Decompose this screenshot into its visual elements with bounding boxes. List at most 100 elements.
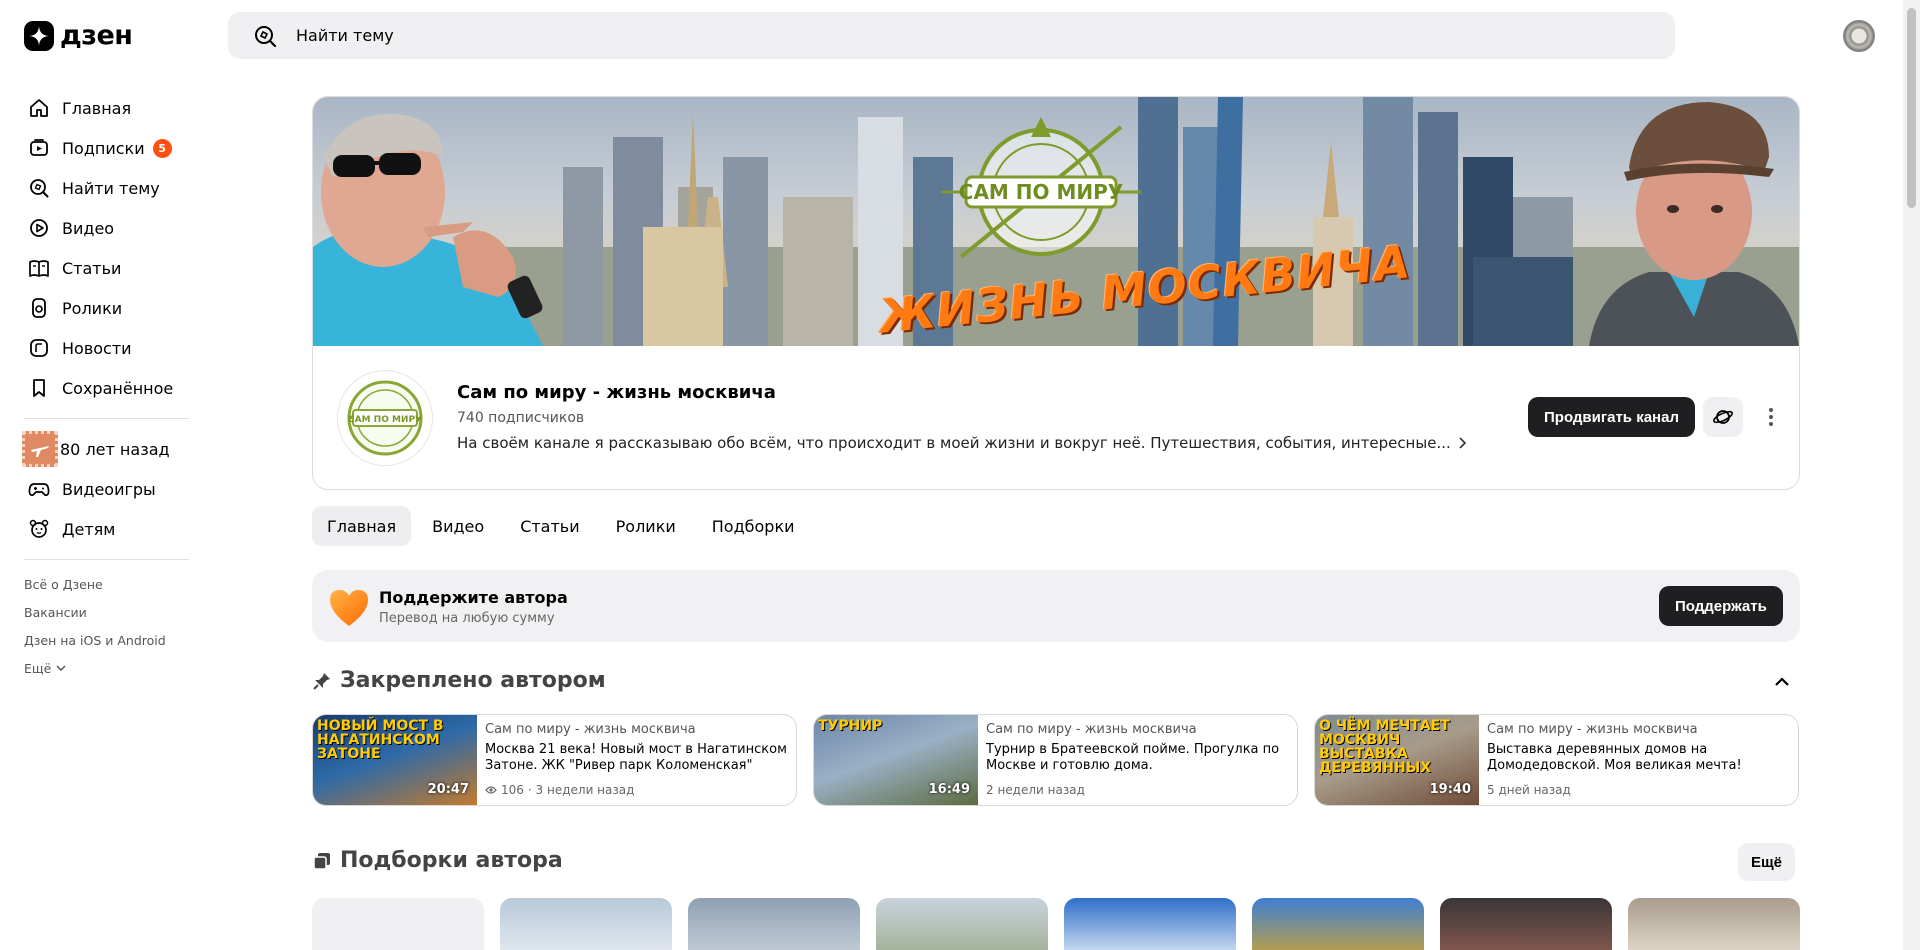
- sidebar-item-videogames[interactable]: Видеоигры: [0, 469, 200, 509]
- collection-card[interactable]: [876, 898, 1048, 950]
- sidebar-item-news[interactable]: Новости: [0, 328, 200, 368]
- sidebar-item-label: Найти тему: [62, 178, 160, 198]
- page-scrollbar[interactable]: [1903, 0, 1920, 950]
- sidebar-divider: [24, 418, 189, 419]
- sidebar-item-subscriptions[interactable]: Подписки 5: [0, 128, 200, 168]
- footer-more-label: Ещё: [24, 660, 52, 676]
- collections-icon: [313, 852, 330, 870]
- shorts-icon: [32, 298, 46, 318]
- channel-info: САМ ПО МИРУ Сам по миру - жизнь москвича…: [313, 346, 1799, 489]
- gamepad-icon: [28, 483, 50, 496]
- channel-banner: САМ ПО МИРУ ЖИЗНЬ МОСКВИЧА: [313, 97, 1799, 346]
- sidebar-item-80-years-ago[interactable]: 80 лет назад: [0, 429, 200, 469]
- sidebar-item-label: Статьи: [62, 258, 122, 278]
- collection-card[interactable]: [1252, 898, 1424, 950]
- video-channel-name: Сам по миру - жизнь москвича: [1487, 722, 1698, 737]
- collections-section-title: Подборки автора: [312, 848, 563, 873]
- video-date: 2 недели назад: [986, 783, 1085, 797]
- thumbnail-text: ТУРНИР: [818, 718, 883, 734]
- footer-link-vacancies[interactable]: Вакансии: [24, 598, 200, 626]
- kebab-dot-icon: [1769, 408, 1773, 412]
- sidebar-item-saved[interactable]: Сохранённое: [0, 368, 200, 408]
- collection-card[interactable]: [1440, 898, 1612, 950]
- sidebar-item-home[interactable]: Главная: [0, 88, 200, 128]
- thumbnail-text: О ЧЁМ МЕЧТАЕТ МОСКВИЧ ВЫСТАВКА ДЕРЕВЯННЫ…: [1319, 718, 1450, 776]
- tab-articles[interactable]: Статьи: [505, 506, 594, 546]
- channel-actions-button[interactable]: [1703, 397, 1743, 437]
- video-meta: 5 дней назад: [1487, 782, 1790, 798]
- video-meta: 106 · 3 недели назад: [485, 782, 788, 798]
- channel-name: Сам по миру - жизнь москвича: [457, 382, 776, 403]
- collection-card[interactable]: [1628, 898, 1800, 950]
- pin-icon: [313, 672, 330, 690]
- sidebar-item-find-topic[interactable]: Найти тему: [0, 168, 200, 208]
- channel-header-card: САМ ПО МИРУ ЖИЗНЬ МОСКВИЧА САМ ПО МИРУ С…: [312, 96, 1800, 490]
- video-date: 5 дней назад: [1487, 783, 1571, 797]
- logo-text: дзен: [60, 20, 133, 51]
- footer-link-more[interactable]: Ещё: [24, 654, 200, 682]
- pinned-title-text: Закреплено автором: [340, 668, 606, 693]
- support-author-banner: Поддержите автора Перевод на любую сумму…: [312, 570, 1800, 642]
- sidebar-item-label: Видеоигры: [62, 479, 156, 499]
- dzen-logo[interactable]: дзен: [24, 20, 133, 51]
- sidebar-item-label: Главная: [62, 98, 132, 118]
- collection-card[interactable]: [500, 898, 672, 950]
- sidebar-footer: Всё о Дзене Вакансии Дзен на iOS и Andro…: [0, 570, 200, 682]
- video-channel-name: Сам по миру - жизнь москвича: [485, 722, 696, 737]
- host-photo-right: [1589, 102, 1799, 346]
- chevron-up-icon[interactable]: [1772, 672, 1792, 692]
- tab-shorts[interactable]: Ролики: [601, 506, 691, 546]
- promote-channel-button[interactable]: Продвигать канал: [1528, 397, 1695, 437]
- planet-icon: [1713, 410, 1733, 424]
- pinned-section-title: Закреплено автором: [312, 668, 606, 693]
- subscriptions-icon: [30, 139, 48, 156]
- video-title: Москва 21 века! Новый мост в Нагатинском…: [485, 742, 787, 773]
- sidebar-item-kids[interactable]: Детям: [0, 509, 200, 549]
- scrollbar-thumb[interactable]: [1907, 8, 1916, 208]
- video-thumbnail: О ЧЁМ МЕЧТАЕТ МОСКВИЧ ВЫСТАВКА ДЕРЕВЯННЫ…: [1315, 715, 1479, 805]
- channel-logo-emblem: САМ ПО МИРУ: [941, 117, 1141, 259]
- tab-home[interactable]: Главная: [312, 506, 412, 546]
- video-thumbnail: ТУРНИР 16:49: [814, 715, 978, 805]
- sidebar-item-shorts[interactable]: Ролики: [0, 288, 200, 328]
- tab-collections[interactable]: Подборки: [697, 506, 810, 546]
- collections-title-text: Подборки автора: [340, 848, 563, 873]
- support-subtitle: Перевод на любую сумму: [379, 611, 555, 626]
- sidebar-item-articles[interactable]: Статьи: [0, 248, 200, 288]
- heart-icon: [330, 590, 368, 626]
- pinned-video-card[interactable]: НОВЫЙ МОСТ В НАГАТИНСКОМ ЗАТОНЕ 20:47 Са…: [312, 714, 797, 806]
- channel-tabs: Главная Видео Статьи Ролики Подборки: [312, 506, 810, 546]
- avatar-logo-text: САМ ПО МИРУ: [348, 415, 422, 425]
- channel-description-text: На своём канале я рассказываю обо всём, …: [457, 434, 1451, 452]
- collections-more-button[interactable]: Ещё: [1738, 843, 1796, 881]
- search-bar[interactable]: [228, 12, 1675, 59]
- eye-icon: [485, 786, 497, 794]
- chevron-down-icon: [56, 665, 66, 672]
- footer-link-apps[interactable]: Дзен на iOS и Android: [24, 626, 200, 654]
- sidebar-item-video[interactable]: Видео: [0, 208, 200, 248]
- articles-icon: [29, 260, 49, 277]
- footer-link-about[interactable]: Всё о Дзене: [24, 570, 200, 598]
- collection-card[interactable]: [312, 898, 484, 950]
- channel-avatar[interactable]: САМ ПО МИРУ: [337, 370, 433, 466]
- tab-video[interactable]: Видео: [417, 506, 499, 546]
- more-options-button[interactable]: [1759, 402, 1783, 432]
- pinned-video-card[interactable]: О ЧЁМ МЕЧТАЕТ МОСКВИЧ ВЫСТАВКА ДЕРЕВЯННЫ…: [1314, 714, 1799, 806]
- collection-card[interactable]: [1064, 898, 1236, 950]
- support-button[interactable]: Поддержать: [1659, 586, 1783, 626]
- host-photo-left: [313, 113, 543, 346]
- sidebar-item-label: Видео: [62, 218, 115, 238]
- support-title: Поддержите автора: [379, 588, 568, 607]
- pinned-video-card[interactable]: ТУРНИР 16:49 Сам по миру - жизнь москвич…: [813, 714, 1298, 806]
- video-channel-name: Сам по миру - жизнь москвича: [986, 722, 1197, 737]
- sidebar: Главная Подписки 5 Найти тему Видео Стат…: [0, 88, 200, 682]
- chevron-right-icon: [1459, 437, 1466, 449]
- sidebar-item-label: 80 лет назад: [60, 439, 170, 459]
- collection-card[interactable]: [688, 898, 860, 950]
- sidebar-divider: [24, 559, 189, 560]
- channel-description[interactable]: На своём канале я рассказываю обо всём, …: [457, 434, 1469, 452]
- search-input[interactable]: [296, 26, 896, 45]
- search-icon: [30, 179, 49, 198]
- video-icon: [30, 219, 48, 237]
- user-avatar[interactable]: [1843, 20, 1875, 52]
